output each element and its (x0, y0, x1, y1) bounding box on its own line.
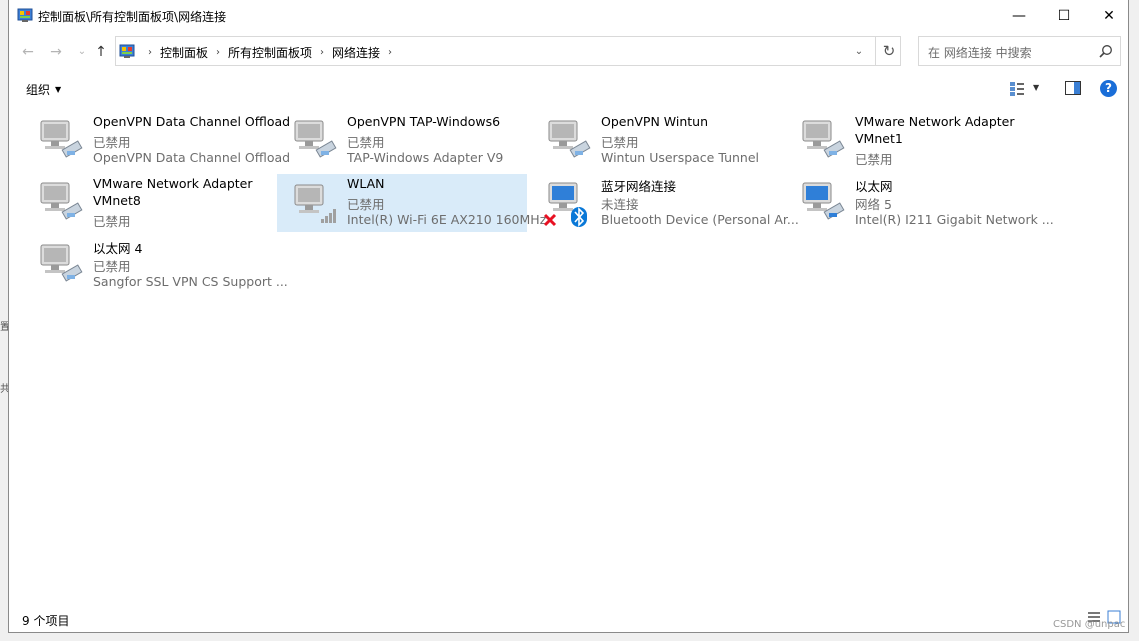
minimize-button[interactable]: — (996, 0, 1042, 31)
organize-button[interactable]: 组织 ▼ (26, 81, 61, 98)
connection-status: 已禁用 (93, 259, 131, 274)
connection-status: 已禁用 (347, 197, 385, 212)
chevron-down-icon: ⌄ (77, 46, 87, 57)
connection-name: OpenVPN Data Channel Offload (93, 114, 291, 129)
caret-down-icon: ▼ (55, 85, 62, 94)
ethernet-adapter-connected-icon (802, 182, 845, 220)
connection-status: 未连接 (601, 197, 639, 212)
connections-list: OpenVPN Data Channel Offload 已禁用 OpenVPN… (9, 110, 1128, 600)
connection-name: VMware Network Adapter (93, 176, 253, 191)
recent-locations-button[interactable]: ⌄ (72, 44, 92, 60)
connection-item[interactable]: OpenVPN TAP-Windows6 已禁用 TAP-Windows Ada… (277, 110, 527, 168)
connection-item[interactable]: 蓝牙网络连接 未连接 Bluetooth Device (Personal Ar… (531, 172, 799, 230)
connection-name: VMware Network Adapter (855, 114, 1015, 129)
forward-button[interactable]: → (46, 44, 66, 60)
control-panel-icon (17, 8, 33, 22)
network-adapter-disabled-icon (40, 244, 83, 282)
preview-pane-icon[interactable] (1065, 81, 1081, 95)
status-item-count: 9 个项目 (22, 614, 70, 628)
connection-name: WLAN (347, 176, 385, 191)
connection-name: 蓝牙网络连接 (601, 179, 677, 194)
connection-device: Intel(R) Wi-Fi 6E AX210 160MHz (347, 212, 547, 227)
connection-status: 已禁用 (601, 135, 639, 150)
chevron-right-icon[interactable]: › (216, 47, 220, 58)
connection-device: Wintun Userspace Tunnel (601, 150, 760, 165)
address-bar[interactable]: › 控制面板 › 所有控制面板项 › 网络连接 › ⌄ ↻ (115, 36, 901, 66)
connection-item[interactable]: 以太网 网络 5 Intel(R) I211 Gigabit Network .… (785, 172, 1054, 230)
connection-status: 已禁用 (347, 135, 385, 150)
connection-device: OpenVPN Data Channel Offload (93, 150, 291, 165)
view-options-dropdown[interactable]: ▼ (1033, 83, 1039, 92)
organize-label: 组织 (26, 83, 51, 97)
breadcrumb-all-control-panel-items[interactable]: 所有控制面板项 (228, 44, 312, 61)
connection-name: 以太网 4 (93, 241, 143, 256)
address-history-button[interactable]: ⌄ (846, 37, 872, 65)
chevron-right-icon[interactable]: › (148, 47, 152, 58)
close-button[interactable]: ✕ (1086, 0, 1132, 31)
network-adapter-disabled-icon (548, 120, 591, 158)
explorer-window: 控制面板\所有控制面板项\网络连接 — ☐ ✕ ← → ⌄ ↑ › 控制面板 ›… (8, 0, 1129, 633)
connection-name-line2: VMnet1 (855, 131, 903, 146)
connection-item[interactable]: VMware Network Adapter VMnet1 已禁用 (785, 110, 1035, 168)
change-view-icon[interactable] (1009, 81, 1025, 97)
network-adapter-disabled-icon (40, 120, 83, 158)
watermark: CSDN @unpac (1053, 619, 1126, 630)
forward-arrow-icon: → (50, 44, 62, 60)
connection-item[interactable]: OpenVPN Data Channel Offload 已禁用 OpenVPN… (23, 110, 290, 168)
control-panel-icon (119, 44, 135, 58)
window-title: 控制面板\所有控制面板项\网络连接 (38, 10, 227, 24)
connection-item[interactable]: VMware Network Adapter VMnet8 已禁用 (23, 172, 273, 230)
minimize-icon: — (1012, 7, 1026, 24)
breadcrumb: › 控制面板 › 所有控制面板项 › 网络连接 › (140, 44, 400, 61)
up-arrow-icon: ↑ (95, 44, 107, 60)
connection-name: OpenVPN Wintun (601, 114, 709, 129)
search-placeholder: 在 网络连接 中搜索 (928, 46, 1032, 60)
connection-name: OpenVPN TAP-Windows6 (347, 114, 501, 129)
search-input[interactable]: 在 网络连接 中搜索 (918, 36, 1121, 66)
connection-device: TAP-Windows Adapter V9 (347, 150, 504, 165)
close-icon: ✕ (1103, 7, 1115, 24)
maximize-button[interactable]: ☐ (1041, 0, 1087, 31)
breadcrumb-network-connections[interactable]: 网络连接 (332, 44, 380, 61)
connection-item-selected[interactable]: WLAN 已禁用 Intel(R) Wi-Fi 6E AX210 160MHz (277, 174, 546, 232)
refresh-button[interactable]: ↻ (875, 37, 902, 65)
back-button[interactable]: ← (18, 44, 38, 60)
up-button[interactable]: ↑ (91, 44, 111, 60)
bluetooth-adapter-disconnected-icon (543, 182, 587, 227)
chevron-right-icon[interactable]: › (320, 47, 324, 58)
connection-status: 网络 5 (855, 197, 892, 212)
connection-status: 已禁用 (93, 135, 131, 150)
connection-name: 以太网 (855, 179, 893, 194)
network-adapter-disabled-icon (294, 120, 337, 158)
search-icon[interactable] (1099, 44, 1113, 58)
help-button[interactable]: ? (1100, 80, 1117, 97)
chevron-right-icon[interactable]: › (388, 47, 392, 58)
network-adapter-disabled-icon (802, 120, 845, 158)
navigation-bar: ← → ⌄ ↑ › 控制面板 › 所有控制面板项 › 网络连接 › ⌄ ↻ 在 … (9, 35, 1128, 69)
maximize-icon: ☐ (1057, 7, 1071, 24)
connection-item[interactable]: 以太网 4 已禁用 Sangfor SSL VPN CS Support ... (23, 234, 288, 292)
back-arrow-icon: ← (22, 44, 34, 60)
chevron-down-icon: ⌄ (854, 45, 864, 57)
wifi-adapter-disabled-icon (294, 184, 336, 223)
connection-item[interactable]: OpenVPN Wintun 已禁用 Wintun Userspace Tunn… (531, 110, 781, 168)
breadcrumb-control-panel[interactable]: 控制面板 (160, 44, 208, 61)
refresh-icon: ↻ (882, 42, 896, 60)
connection-device: Sangfor SSL VPN CS Support ... (93, 274, 288, 289)
connection-name-line2: VMnet8 (93, 193, 141, 208)
network-adapter-disabled-icon (40, 182, 83, 220)
connection-status: 已禁用 (93, 214, 131, 229)
connection-device: Intel(R) I211 Gigabit Network ... (855, 212, 1054, 227)
connection-device: Bluetooth Device (Personal Ar... (601, 212, 799, 227)
connection-status: 已禁用 (855, 152, 893, 167)
command-bar: 组织 ▼ ▼ ? (9, 76, 1128, 102)
title-bar: 控制面板\所有控制面板项\网络连接 — ☐ ✕ (9, 0, 1128, 31)
